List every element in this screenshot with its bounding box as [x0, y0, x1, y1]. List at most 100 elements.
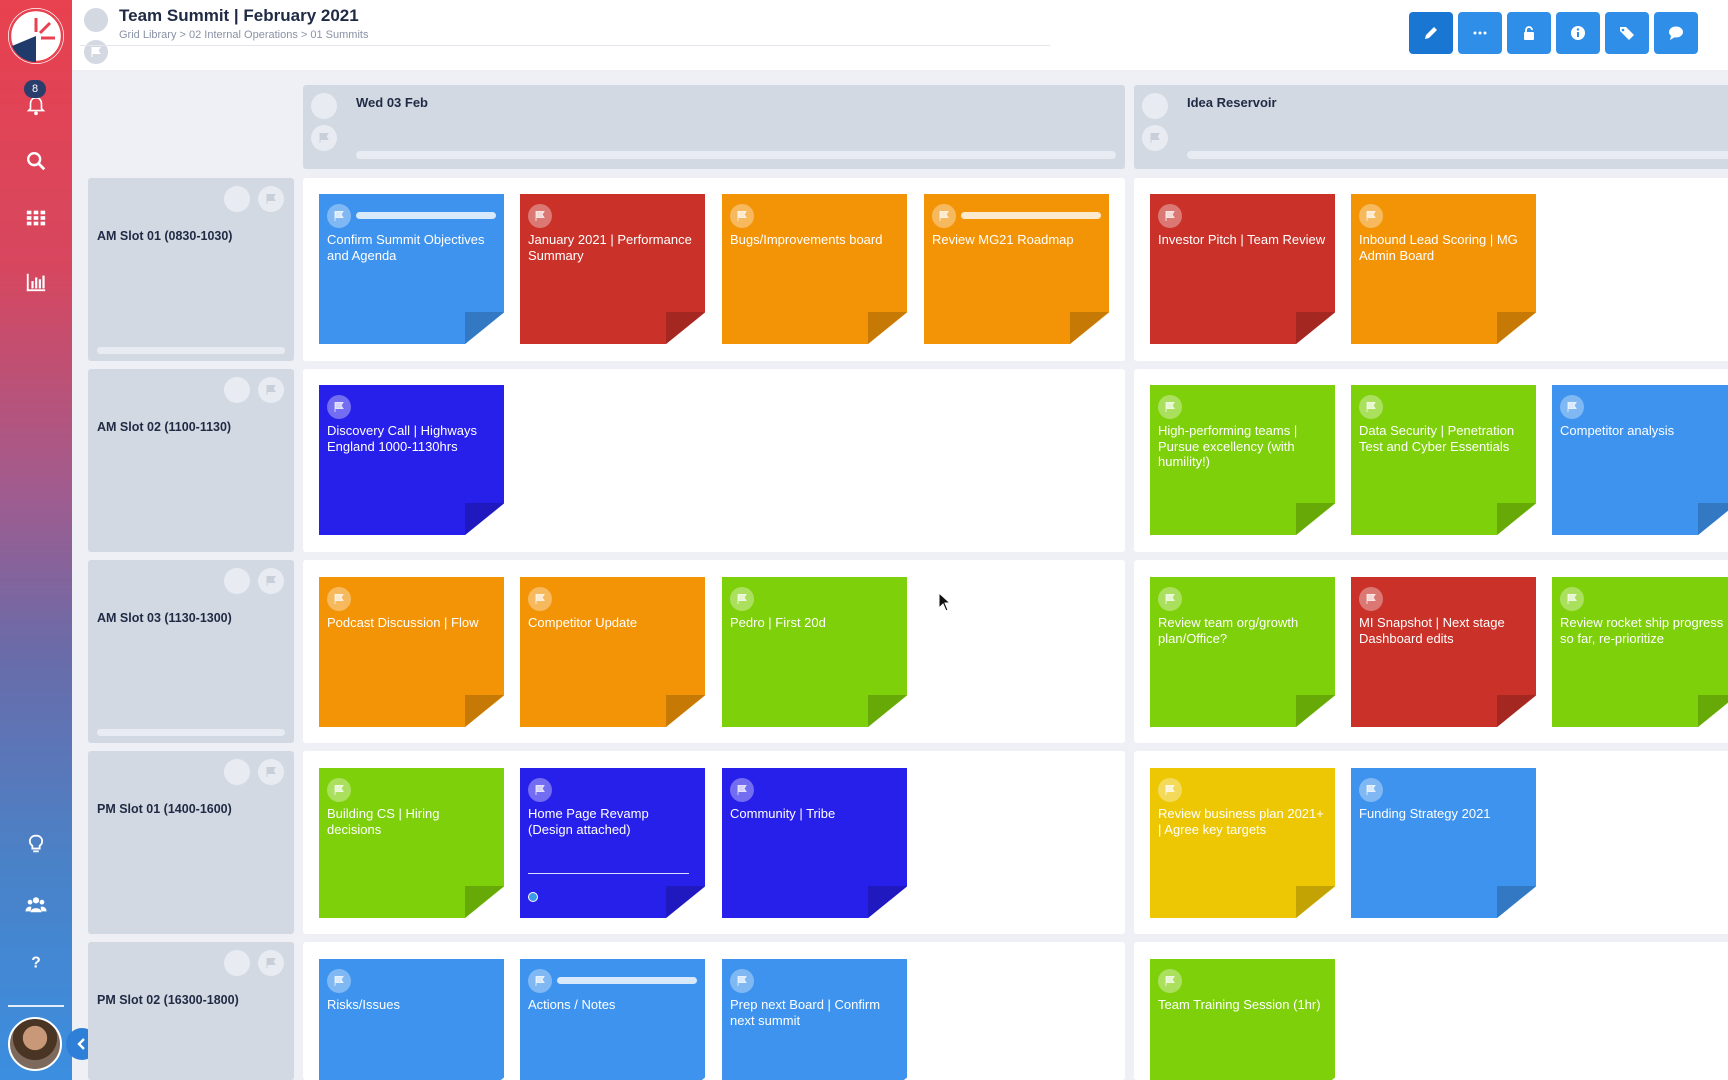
flag-icon[interactable]: [258, 568, 284, 594]
flag-icon[interactable]: [258, 377, 284, 403]
card[interactable]: Investor Pitch | Team Review: [1150, 194, 1335, 344]
flag-icon[interactable]: [1158, 395, 1182, 419]
row-status-circle[interactable]: [224, 568, 250, 594]
card[interactable]: Prep next Board | Confirm next summit: [722, 959, 907, 1080]
flag-icon[interactable]: [1158, 204, 1182, 228]
column-status-circle[interactable]: [311, 93, 337, 119]
column-status-circle[interactable]: [1142, 93, 1168, 119]
flag-icon[interactable]: [327, 969, 351, 993]
attachment-dot[interactable]: [528, 892, 538, 902]
flag-icon[interactable]: [1359, 778, 1383, 802]
flag-icon[interactable]: [730, 969, 754, 993]
lock-button[interactable]: [1507, 12, 1551, 54]
row-progress-bar: [97, 729, 285, 736]
card[interactable]: MI Snapshot | Next stage Dashboard edits: [1351, 577, 1536, 727]
card[interactable]: Data Security | Penetration Test and Cyb…: [1351, 385, 1536, 535]
card[interactable]: Pedro | First 20d: [722, 577, 907, 727]
flag-icon[interactable]: [311, 125, 337, 151]
column-title: Wed 03 Feb: [356, 95, 429, 110]
search-icon[interactable]: [0, 143, 72, 179]
flag-icon[interactable]: [327, 778, 351, 802]
card[interactable]: Building CS | Hiring decisions: [319, 768, 504, 918]
pencil-icon: [1425, 27, 1437, 39]
row-header[interactable]: PM Slot 01 (1400-1600): [88, 751, 294, 934]
card-title: Competitor analysis: [1560, 423, 1675, 438]
card[interactable]: Competitor Update: [520, 577, 705, 727]
grid-icon[interactable]: [0, 200, 72, 236]
card[interactable]: Discovery Call | Highways England 1000-1…: [319, 385, 504, 535]
comment-button[interactable]: [1654, 12, 1698, 54]
help-icon[interactable]: ?: [0, 944, 72, 980]
flag-icon[interactable]: [258, 186, 284, 212]
title-underline: [80, 45, 1050, 46]
info-button[interactable]: [1556, 12, 1600, 54]
flag-icon[interactable]: [1158, 587, 1182, 611]
card[interactable]: Team Training Session (1hr): [1150, 959, 1335, 1080]
flag-icon[interactable]: [327, 395, 351, 419]
row-progress-bar: [97, 347, 285, 354]
row-header[interactable]: AM Slot 03 (1130-1300): [88, 560, 294, 743]
card[interactable]: Bugs/Improvements board: [722, 194, 907, 344]
row-status-circle[interactable]: [224, 759, 250, 785]
flag-icon[interactable]: [528, 778, 552, 802]
flag-icon[interactable]: [1359, 395, 1383, 419]
flag-icon[interactable]: [258, 759, 284, 785]
flag-icon[interactable]: [730, 204, 754, 228]
lightbulb-icon[interactable]: [0, 826, 72, 862]
card[interactable]: Inbound Lead Scoring | MG Admin Board: [1351, 194, 1536, 344]
card[interactable]: High-performing teams | Pursue excellenc…: [1150, 385, 1335, 535]
tags-button[interactable]: [1605, 12, 1649, 54]
flag-icon[interactable]: [528, 969, 552, 993]
flag-icon[interactable]: [1359, 204, 1383, 228]
flag-icon[interactable]: [730, 587, 754, 611]
card[interactable]: Actions / Notes: [520, 959, 705, 1080]
card[interactable]: Review MG21 Roadmap: [924, 194, 1109, 344]
breadcrumb[interactable]: Grid Library > 02 Internal Operations > …: [119, 29, 368, 41]
card[interactable]: Review business plan 2021+ | Agree key t…: [1150, 768, 1335, 918]
chart-icon[interactable]: [0, 264, 72, 300]
row-header[interactable]: PM Slot 02 (16300-1800): [88, 942, 294, 1080]
card-title: Bugs/Improvements board: [730, 232, 883, 247]
status-circle[interactable]: [84, 8, 108, 32]
card-title: Team Training Session (1hr): [1158, 997, 1321, 1012]
flag-icon[interactable]: [1158, 969, 1182, 993]
more-button[interactable]: [1458, 12, 1502, 54]
flag-icon[interactable]: [327, 587, 351, 611]
flag-icon[interactable]: [327, 204, 351, 228]
card[interactable]: Community | Tribe: [722, 768, 907, 918]
card[interactable]: Home Page Revamp (Design attached): [520, 768, 705, 918]
column-title: Idea Reservoir: [1187, 95, 1277, 110]
card[interactable]: January 2021 | Performance Summary: [520, 194, 705, 344]
flag-icon[interactable]: [730, 778, 754, 802]
flag-icon[interactable]: [1158, 778, 1182, 802]
app-logo[interactable]: [8, 8, 64, 64]
edit-button[interactable]: [1409, 12, 1453, 54]
row-status-circle[interactable]: [224, 377, 250, 403]
card[interactable]: Review team org/growth plan/Office?: [1150, 577, 1335, 727]
card-divider: [528, 873, 689, 874]
user-avatar[interactable]: [8, 1017, 62, 1071]
column-header-idea-reservoir[interactable]: Idea Reservoir: [1134, 85, 1728, 169]
flag-icon[interactable]: [932, 204, 956, 228]
card[interactable]: Competitor analysis: [1552, 385, 1728, 535]
card[interactable]: Risks/Issues: [319, 959, 504, 1080]
flag-icon[interactable]: [1142, 125, 1168, 151]
card[interactable]: Podcast Discussion | Flow: [319, 577, 504, 727]
flag-icon[interactable]: [258, 950, 284, 976]
row-header[interactable]: AM Slot 01 (0830-1030): [88, 178, 294, 361]
flag-icon[interactable]: [84, 40, 108, 64]
row-status-circle[interactable]: [224, 950, 250, 976]
card[interactable]: Confirm Summit Objectives and Agenda: [319, 194, 504, 344]
flag-icon[interactable]: [1560, 395, 1584, 419]
flag-icon[interactable]: [528, 587, 552, 611]
flag-icon[interactable]: [528, 204, 552, 228]
team-icon[interactable]: [0, 886, 72, 922]
card[interactable]: Funding Strategy 2021: [1351, 768, 1536, 918]
flag-icon[interactable]: [1359, 587, 1383, 611]
card[interactable]: Review rocket ship progress so far, re-p…: [1552, 577, 1728, 727]
column-header-day[interactable]: Wed 03 Feb: [303, 85, 1125, 169]
row-header[interactable]: AM Slot 02 (1100-1130): [88, 369, 294, 552]
card-title: Review rocket ship progress so far, re-p…: [1560, 615, 1724, 646]
row-status-circle[interactable]: [224, 186, 250, 212]
flag-icon[interactable]: [1560, 587, 1584, 611]
